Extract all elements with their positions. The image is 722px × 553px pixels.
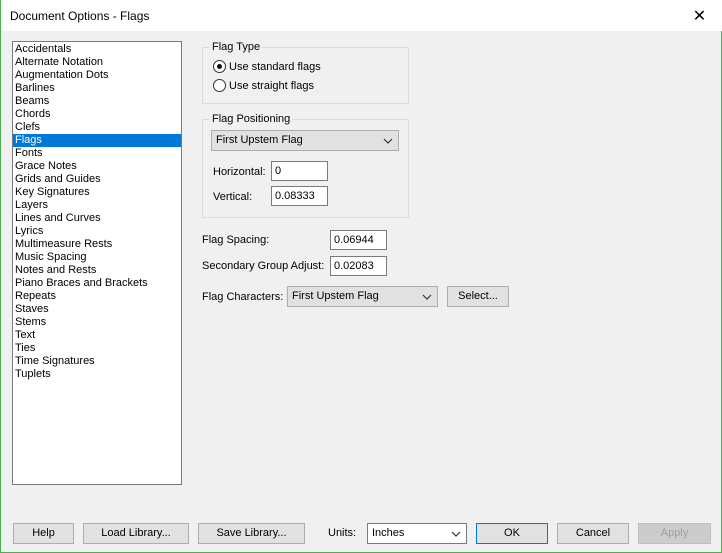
category-item-multimeasure-rests[interactable]: Multimeasure Rests <box>13 238 181 251</box>
category-item-notes-and-rests[interactable]: Notes and Rests <box>13 264 181 277</box>
standard-flags-option[interactable]: Use standard flags <box>213 60 321 73</box>
category-item-music-spacing[interactable]: Music Spacing <box>13 251 181 264</box>
category-item-layers[interactable]: Layers <box>13 199 181 212</box>
flag-characters-value: First Upstem Flag <box>292 290 379 302</box>
secondary-group-adjust-input[interactable]: 0.02083 <box>330 256 387 276</box>
flag-type-legend: Flag Type <box>210 41 263 54</box>
category-item-lines-and-curves[interactable]: Lines and Curves <box>13 212 181 225</box>
category-item-fonts[interactable]: Fonts <box>13 147 181 160</box>
chevron-down-icon <box>450 524 462 543</box>
category-item-time-signatures[interactable]: Time Signatures <box>13 355 181 368</box>
straight-flags-radio[interactable] <box>213 79 226 92</box>
vertical-label: Vertical: <box>213 191 253 203</box>
chevron-down-icon <box>382 131 394 150</box>
units-dropdown[interactable]: Inches <box>367 523 467 544</box>
close-button[interactable]: ✕ <box>677 0 722 31</box>
category-item-grace-notes[interactable]: Grace Notes <box>13 160 181 173</box>
standard-flags-radio[interactable] <box>213 60 226 73</box>
category-list[interactable]: Accidentals Alternate Notation Augmentatio… <box>12 41 182 485</box>
window-title: Document Options - Flags <box>10 9 150 23</box>
units-label: Units: <box>328 527 357 539</box>
category-item-beams[interactable]: Beams <box>13 95 181 108</box>
category-item-augmentation-dots[interactable]: Augmentation Dots <box>13 69 181 82</box>
chevron-down-icon <box>421 287 433 306</box>
flag-positioning-value: First Upstem Flag <box>216 134 303 146</box>
document-options-dialog: Document Options - Flags ✕ Accidentals Al… <box>0 0 722 553</box>
flag-positioning-legend: Flag Positioning <box>210 113 293 126</box>
save-library-button[interactable]: Save Library... <box>198 523 305 544</box>
straight-flags-label: Use straight flags <box>229 79 314 92</box>
load-library-button[interactable]: Load Library... <box>83 523 189 544</box>
close-icon: ✕ <box>692 7 707 25</box>
category-item-stems[interactable]: Stems <box>13 316 181 329</box>
vertical-input[interactable]: 0.08333 <box>271 186 328 206</box>
straight-flags-option[interactable]: Use straight flags <box>213 79 314 92</box>
category-item-clefs[interactable]: Clefs <box>13 121 181 134</box>
category-item-text[interactable]: Text <box>13 329 181 342</box>
help-button[interactable]: Help <box>13 523 74 544</box>
select-button[interactable]: Select... <box>447 286 509 307</box>
cancel-button[interactable]: Cancel <box>557 523 629 544</box>
title-bar: Document Options - Flags ✕ <box>1 0 722 31</box>
category-item-lyrics[interactable]: Lyrics <box>13 225 181 238</box>
category-item-alternate-notation[interactable]: Alternate Notation <box>13 56 181 69</box>
category-item-tuplets[interactable]: Tuplets <box>13 368 181 381</box>
units-value: Inches <box>372 527 405 539</box>
flag-type-group: Flag Type <box>202 41 409 104</box>
flag-spacing-input[interactable]: 0.06944 <box>330 230 387 250</box>
flag-characters-label: Flag Characters: <box>202 291 284 303</box>
horizontal-label: Horizontal: <box>213 166 266 178</box>
category-item-barlines[interactable]: Barlines <box>13 82 181 95</box>
category-item-grids-and-guides[interactable]: Grids and Guides <box>13 173 181 186</box>
category-item-flags[interactable]: Flags <box>13 134 181 147</box>
category-item-ties[interactable]: Ties <box>13 342 181 355</box>
standard-flags-label: Use standard flags <box>229 60 321 73</box>
category-item-chords[interactable]: Chords <box>13 108 181 121</box>
category-item-repeats[interactable]: Repeats <box>13 290 181 303</box>
apply-button[interactable]: Apply <box>638 523 711 544</box>
category-item-staves[interactable]: Staves <box>13 303 181 316</box>
secondary-group-adjust-label: Secondary Group Adjust: <box>202 260 325 272</box>
ok-button[interactable]: OK <box>476 523 548 544</box>
category-item-accidentals[interactable]: Accidentals <box>13 43 181 56</box>
flag-characters-dropdown[interactable]: First Upstem Flag <box>287 286 438 307</box>
category-item-piano-braces-and-brackets[interactable]: Piano Braces and Brackets <box>13 277 181 290</box>
flag-positioning-dropdown[interactable]: First Upstem Flag <box>211 130 399 151</box>
horizontal-input[interactable]: 0 <box>271 161 328 181</box>
flag-spacing-label: Flag Spacing: <box>202 234 270 246</box>
category-item-key-signatures[interactable]: Key Signatures <box>13 186 181 199</box>
